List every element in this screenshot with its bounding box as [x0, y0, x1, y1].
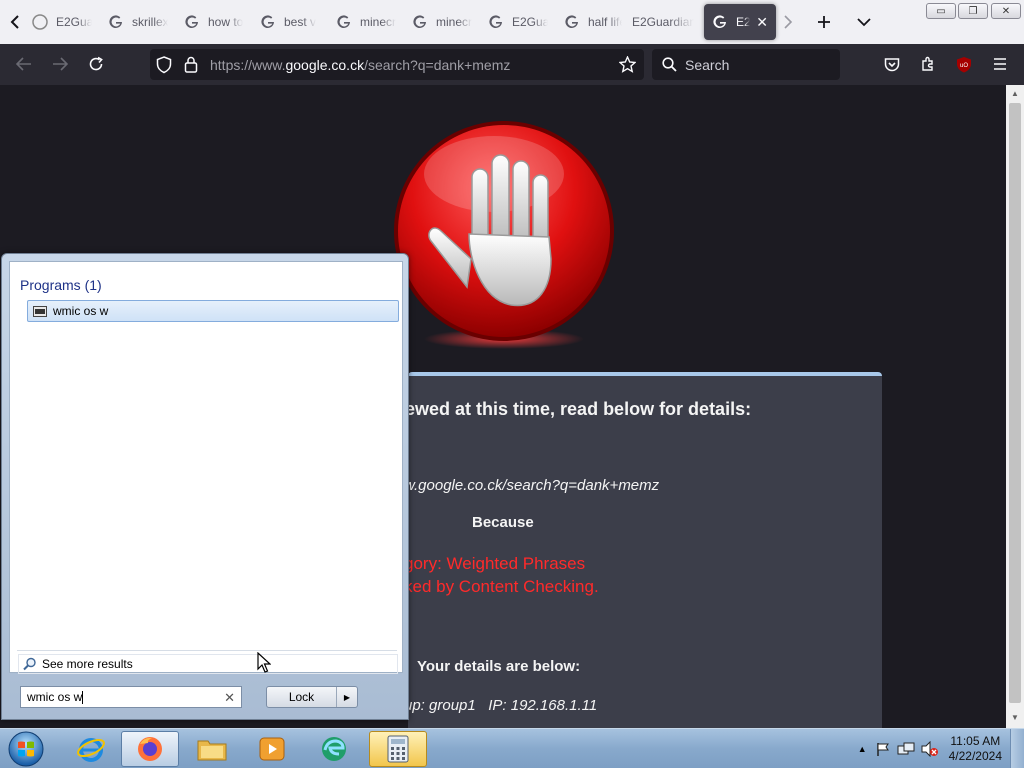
action-center-flag-icon[interactable] — [875, 742, 891, 757]
system-tray: ▲ 11:05 AM 4/22/2024 — [858, 729, 1024, 768]
google-icon — [712, 14, 728, 30]
minimize-button[interactable]: ▭ — [926, 3, 956, 19]
programs-header: Programs (1) — [20, 277, 102, 293]
restore-button[interactable]: ❐ — [958, 3, 988, 19]
tracking-protection-shield-icon[interactable] — [156, 56, 172, 74]
power-options-arrow-icon[interactable]: ▶ — [337, 687, 357, 707]
stop-hand-icon — [389, 119, 619, 349]
forward-button[interactable] — [44, 48, 76, 80]
because-label: Because — [472, 514, 534, 531]
text-caret — [82, 690, 84, 704]
see-more-results-link[interactable]: See more results — [18, 654, 398, 674]
blocked-url: w.google.co.ck/search?q=dank+memz — [404, 477, 660, 494]
tab[interactable]: minecraft — [328, 4, 404, 40]
google-icon — [336, 14, 352, 30]
page-scrollbar[interactable]: ▲ ▼ — [1006, 85, 1024, 728]
edge-icon[interactable] — [305, 731, 363, 767]
search-icon — [662, 57, 677, 72]
network-icon[interactable] — [897, 742, 915, 757]
firefox-icon[interactable] — [121, 731, 179, 767]
internet-explorer-icon[interactable] — [62, 731, 120, 767]
calculator-icon[interactable] — [369, 731, 427, 767]
start-menu-results-pane: Programs (1) wmic os w See more results — [9, 261, 403, 674]
mouse-cursor-icon — [257, 652, 271, 674]
url-text[interactable]: https://www.google.co.ck/search?q=dank+m… — [210, 57, 510, 73]
volume-muted-icon[interactable] — [921, 741, 939, 757]
search-result-item[interactable]: wmic os w — [27, 300, 399, 322]
reload-button[interactable] — [80, 48, 112, 80]
url-bar[interactable]: https://www.google.co.ck/search?q=dank+m… — [150, 49, 644, 80]
start-button[interactable] — [6, 730, 46, 768]
start-menu: Programs (1) wmic os w See more results … — [1, 253, 409, 720]
bookmark-star-icon[interactable] — [619, 56, 636, 73]
extensions-icon[interactable] — [912, 48, 944, 80]
user-details: up: group1 IP: 192.168.1.11 — [404, 697, 598, 714]
clock-time: 11:05 AM — [950, 734, 1001, 748]
google-icon — [412, 14, 428, 30]
ublock-origin-icon[interactable]: uO — [948, 48, 980, 80]
list-all-tabs-icon[interactable] — [848, 6, 880, 38]
tab[interactable]: E2Guardian — [630, 4, 702, 40]
e2guardian-icon — [32, 14, 48, 30]
tab[interactable]: E2Guardian — [480, 4, 556, 40]
new-tab-button[interactable] — [808, 6, 840, 38]
media-player-icon[interactable] — [243, 731, 301, 767]
block-reason-detail: ked by Content Checking. — [404, 577, 599, 596]
clock[interactable]: 11:05 AM 4/22/2024 — [949, 734, 1002, 764]
start-search-input[interactable]: wmic os w ✕ — [20, 686, 242, 708]
tab-active[interactable]: E2Guardian ✕ — [704, 4, 776, 40]
close-window-button[interactable]: ✕ — [991, 3, 1021, 19]
tab[interactable]: E2Guardian — [26, 4, 100, 40]
block-heading: iewed at this time, read below for detai… — [400, 399, 752, 419]
google-icon — [564, 14, 580, 30]
show-hidden-icons-icon[interactable]: ▲ — [858, 744, 867, 754]
file-explorer-icon[interactable] — [183, 731, 241, 767]
show-desktop-button[interactable] — [1010, 729, 1024, 768]
tab[interactable]: half life — [556, 4, 630, 40]
close-tab-icon[interactable]: ✕ — [756, 14, 768, 31]
details-heading: Your details are below: — [417, 658, 581, 675]
clear-search-icon[interactable]: ✕ — [224, 690, 235, 706]
tab[interactable]: skrillex — [100, 4, 176, 40]
search-bar[interactable]: Search — [652, 49, 840, 80]
search-icon — [23, 657, 37, 671]
taskbar: ▲ 11:05 AM 4/22/2024 — [0, 728, 1024, 768]
block-reason-category: gory: Weighted Phrases — [404, 554, 586, 573]
scroll-down-icon[interactable]: ▼ — [1011, 713, 1019, 722]
google-icon — [260, 14, 276, 30]
google-icon — [184, 14, 200, 30]
lock-button[interactable]: Lock ▶ — [266, 686, 358, 708]
tab-strip: E2Guardian skrillex how to best v minecr… — [0, 0, 1024, 44]
google-icon — [108, 14, 124, 30]
divider — [17, 650, 397, 651]
menu-hamburger-icon[interactable] — [984, 48, 1016, 80]
console-program-icon — [33, 305, 47, 317]
clock-date: 4/22/2024 — [948, 749, 1002, 763]
tab[interactable]: best v — [252, 4, 328, 40]
pocket-icon[interactable] — [876, 48, 908, 80]
tab[interactable]: minecraft — [404, 4, 480, 40]
navigation-toolbar: https://www.google.co.ck/search?q=dank+m… — [0, 44, 1024, 85]
scroll-up-icon[interactable]: ▲ — [1011, 89, 1019, 98]
tab[interactable]: how to — [176, 4, 252, 40]
back-button[interactable] — [8, 48, 40, 80]
scrollbar-thumb[interactable] — [1009, 103, 1021, 703]
svg-text:uO: uO — [960, 63, 968, 69]
block-details-box: iewed at this time, read below for detai… — [400, 372, 882, 728]
google-icon — [488, 14, 504, 30]
tab-scroll-right-icon[interactable] — [772, 6, 804, 38]
lock-icon[interactable] — [184, 56, 198, 73]
